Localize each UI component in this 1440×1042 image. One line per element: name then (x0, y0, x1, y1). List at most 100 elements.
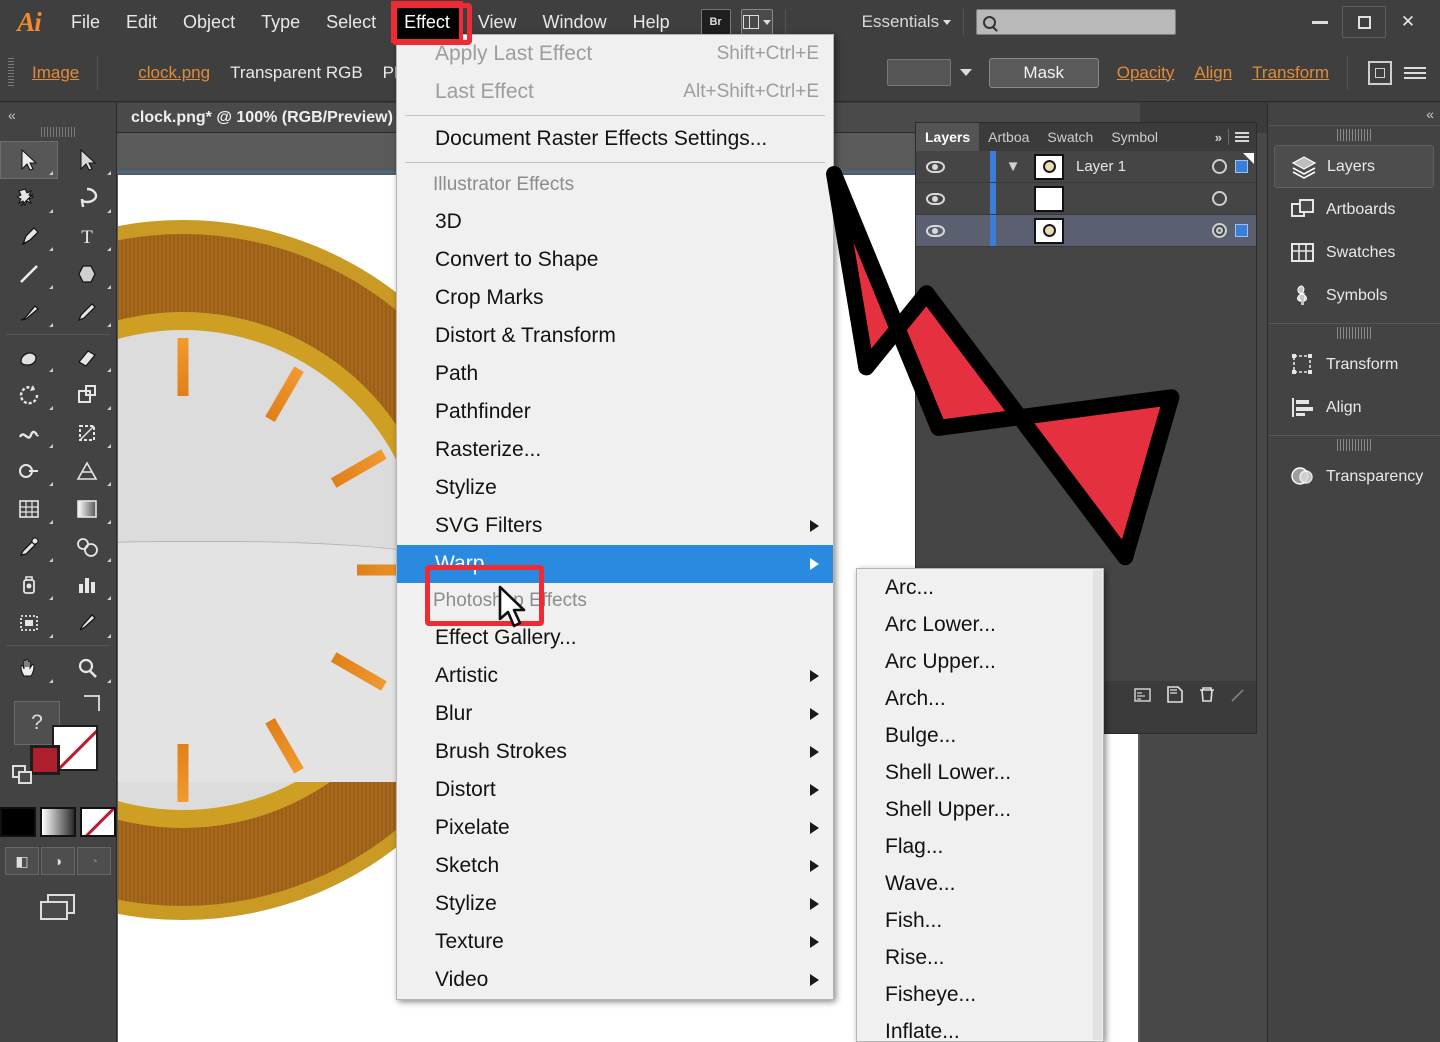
effect-menu-item-stylize[interactable]: Stylize (397, 469, 833, 507)
effect-menu-item-brush-strokes[interactable]: Brush Strokes (397, 733, 833, 771)
artboard-tool[interactable] (0, 604, 58, 642)
paintbrush-tool[interactable] (0, 293, 58, 331)
line-segment-tool[interactable] (0, 255, 58, 293)
effect-menu-item-sketch[interactable]: Sketch (397, 847, 833, 885)
symbol-sprayer-tool[interactable] (0, 566, 58, 604)
search-input[interactable] (976, 9, 1177, 35)
panel-menu-icon[interactable] (1235, 132, 1249, 142)
dock-item-layers[interactable]: Layers (1274, 145, 1434, 188)
menu-select[interactable]: Select (313, 0, 389, 44)
effect-menu-item-video[interactable]: Video (397, 961, 833, 999)
delete-layer-icon[interactable] (1198, 686, 1216, 706)
minimize-button[interactable] (1298, 6, 1342, 38)
column-graph-tool[interactable] (58, 566, 116, 604)
warp-item-arch[interactable]: Arch... (857, 680, 1103, 717)
effect-menu-item-path[interactable]: Path (397, 355, 833, 393)
pen-tool[interactable] (0, 217, 58, 255)
effect-menu-item-pathfinder[interactable]: Pathfinder (397, 393, 833, 431)
rotate-tool[interactable] (0, 376, 58, 414)
slice-tool[interactable] (58, 604, 116, 642)
mask-button[interactable]: Mask (988, 57, 1099, 88)
arrange-documents-button[interactable] (740, 9, 773, 35)
locate-object-icon[interactable] (1134, 687, 1152, 706)
layer-selection-indicator[interactable] (1235, 160, 1248, 173)
linked-file-name[interactable]: clock.png (138, 63, 210, 83)
draw-behind-icon[interactable]: ◑ (41, 847, 75, 875)
dock-item-swatches[interactable]: Swatches (1274, 231, 1434, 274)
effect-menu-item-document-raster-effects-settings[interactable]: Document Raster Effects Settings... (397, 120, 833, 158)
warp-item-inflate[interactable]: Inflate... (857, 1013, 1103, 1042)
warp-item-shell-lower[interactable]: Shell Lower... (857, 754, 1103, 791)
effect-menu-item-artistic[interactable]: Artistic (397, 657, 833, 695)
mesh-tool[interactable] (0, 490, 58, 528)
effect-menu-item-3d[interactable]: 3D (397, 203, 833, 241)
lasso-tool[interactable] (58, 179, 116, 217)
effect-menu-item-texture[interactable]: Texture (397, 923, 833, 961)
hand-tool[interactable] (0, 649, 58, 687)
menu-effect[interactable]: Effect (395, 5, 459, 39)
transform-bounds-icon[interactable] (1368, 60, 1392, 85)
dock-group-grip[interactable] (1337, 327, 1371, 339)
effect-menu-item-crop-marks[interactable]: Crop Marks (397, 279, 833, 317)
effect-menu-item-blur[interactable]: Blur (397, 695, 833, 733)
dock-item-artboards[interactable]: Artboards (1274, 188, 1434, 231)
submenu-scrollbar[interactable] (1093, 570, 1102, 1040)
draw-inside-icon[interactable]: ◔ (77, 847, 111, 875)
magic-wand-tool[interactable] (0, 179, 58, 217)
align-link[interactable]: Align (1194, 63, 1232, 83)
warp-item-fish[interactable]: Fish... (857, 902, 1103, 939)
tools-collapse-button[interactable]: « (0, 103, 116, 127)
shape-tool[interactable] (58, 255, 116, 293)
chevron-down-icon[interactable] (959, 69, 972, 76)
default-fill-stroke-icon[interactable] (12, 765, 34, 785)
overflow-chevron-icon[interactable]: » (1215, 130, 1222, 145)
warp-item-arc-upper[interactable]: Arc Upper... (857, 643, 1103, 680)
effect-menu-item-pixelate[interactable]: Pixelate (397, 809, 833, 847)
scale-tool[interactable] (58, 376, 116, 414)
layer-target-indicator[interactable] (1212, 191, 1227, 206)
warp-item-bulge[interactable]: Bulge... (857, 717, 1103, 754)
effect-menu-item-svg-filters[interactable]: SVG Filters (397, 507, 833, 545)
bridge-button[interactable]: Br (700, 9, 731, 35)
panel-resize-grip[interactable] (1230, 688, 1244, 705)
layer-target-indicator[interactable] (1212, 159, 1227, 174)
warp-item-rise[interactable]: Rise... (857, 939, 1103, 976)
pencil-tool[interactable] (58, 293, 116, 331)
menu-type[interactable]: Type (248, 0, 313, 44)
type-tool[interactable]: T (58, 217, 116, 255)
warp-item-shell-upper[interactable]: Shell Upper... (857, 791, 1103, 828)
dock-collapse-button[interactable]: « (1268, 103, 1440, 125)
gradient-tool[interactable] (58, 490, 116, 528)
color-button[interactable] (0, 807, 36, 837)
object-type-label[interactable]: Image (32, 63, 79, 83)
opacity-field[interactable] (886, 59, 951, 86)
dock-group-grip[interactable] (1337, 439, 1371, 451)
layer-target-indicator[interactable] (1212, 223, 1227, 238)
swap-fill-stroke-icon[interactable] (84, 695, 100, 711)
effect-menu-item-convert-to-shape[interactable]: Convert to Shape (397, 241, 833, 279)
control-bar-grip[interactable] (8, 57, 14, 88)
direct-selection-tool[interactable] (58, 141, 116, 179)
gradient-button[interactable] (40, 807, 76, 837)
blob-brush-tool[interactable] (0, 338, 58, 376)
eyedropper-tool[interactable] (0, 528, 58, 566)
menu-edit[interactable]: Edit (113, 0, 170, 44)
screen-mode-button[interactable] (37, 891, 79, 923)
dock-group-grip[interactable] (1337, 129, 1371, 141)
warp-item-flag[interactable]: Flag... (857, 828, 1103, 865)
menu-object[interactable]: Object (170, 0, 248, 44)
effect-menu-item-distort[interactable]: Distort (397, 771, 833, 809)
stroke-swatch[interactable] (30, 745, 60, 775)
close-button[interactable]: ✕ (1386, 6, 1430, 38)
control-bar-menu-icon[interactable] (1404, 64, 1426, 82)
effect-menu-item-warp[interactable]: Warp (397, 545, 833, 583)
eraser-tool[interactable] (58, 338, 116, 376)
menu-file[interactable]: File (58, 0, 113, 44)
draw-normal-icon[interactable]: ◧ (5, 847, 39, 875)
none-button[interactable] (80, 807, 116, 837)
tools-panel-grip[interactable] (41, 127, 75, 137)
dock-item-symbols[interactable]: Symbols (1274, 274, 1434, 317)
maximize-button[interactable] (1342, 6, 1386, 38)
width-tool[interactable] (0, 414, 58, 452)
warp-item-wave[interactable]: Wave... (857, 865, 1103, 902)
